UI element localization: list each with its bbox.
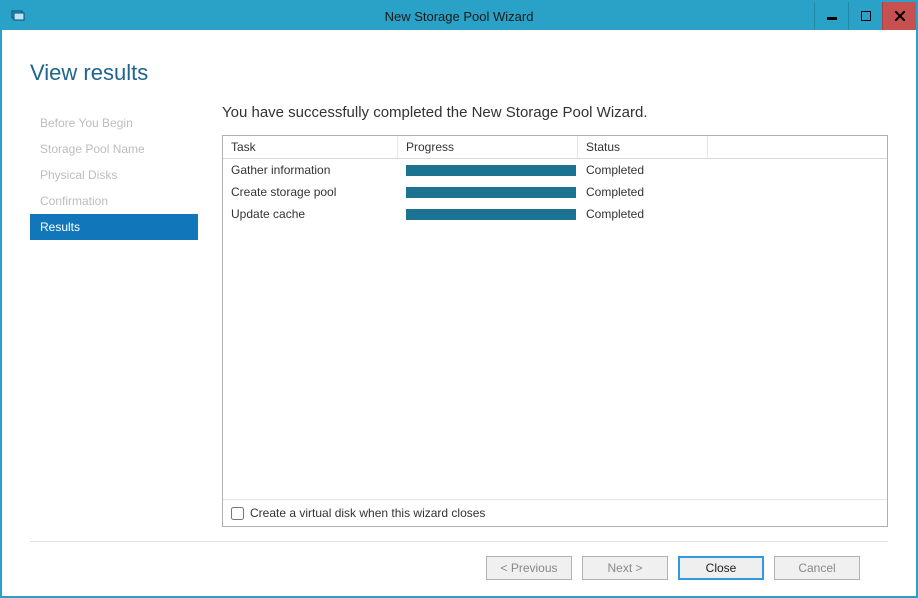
table-body: Gather information Completed Create stor…	[223, 159, 887, 225]
titlebar-spacer	[2, 30, 916, 46]
table-header: Task Progress Status	[223, 136, 887, 159]
results-table: Task Progress Status Gather information …	[222, 135, 888, 527]
wizard-steps-sidebar: Before You Begin Storage Pool Name Physi…	[30, 104, 198, 527]
progress-bar	[406, 187, 576, 198]
table-empty-space	[223, 225, 887, 499]
cell-task: Gather information	[223, 161, 398, 179]
column-header-spacer	[708, 136, 887, 158]
progress-bar	[406, 165, 576, 176]
completion-message: You have successfully completed the New …	[222, 104, 888, 121]
previous-button: < Previous	[486, 556, 572, 580]
column-header-status[interactable]: Status	[578, 136, 708, 158]
progress-bar	[406, 209, 576, 220]
sidebar-item-storage-pool-name: Storage Pool Name	[30, 136, 198, 162]
maximize-button[interactable]	[848, 2, 882, 30]
create-vdisk-checkbox[interactable]	[231, 507, 244, 520]
wizard-content: View results Before You Begin Storage Po…	[2, 46, 916, 596]
cell-status: Completed	[578, 161, 708, 179]
maximize-icon	[861, 11, 871, 21]
cell-status: Completed	[578, 183, 708, 201]
sidebar-item-results[interactable]: Results	[30, 214, 198, 240]
sidebar-item-confirmation: Confirmation	[30, 188, 198, 214]
window-title: New Storage Pool Wizard	[2, 9, 916, 24]
close-button[interactable]: Close	[678, 556, 764, 580]
titlebar: New Storage Pool Wizard	[2, 2, 916, 30]
minimize-button[interactable]	[814, 2, 848, 30]
wizard-main-panel: You have successfully completed the New …	[198, 104, 888, 527]
minimize-icon	[827, 11, 837, 21]
cancel-button: Cancel	[774, 556, 860, 580]
close-icon	[895, 11, 905, 21]
sidebar-item-before-you-begin: Before You Begin	[30, 110, 198, 136]
table-row: Create storage pool Completed	[223, 181, 887, 203]
wizard-body: Before You Begin Storage Pool Name Physi…	[2, 104, 916, 527]
table-row: Update cache Completed	[223, 203, 887, 225]
wizard-window: New Storage Pool Wizard View results Bef…	[0, 0, 918, 598]
window-controls	[814, 2, 916, 30]
wizard-footer: < Previous Next > Close Cancel	[30, 541, 888, 596]
close-window-button[interactable]	[882, 2, 916, 30]
cell-progress	[398, 185, 578, 200]
column-header-task[interactable]: Task	[223, 136, 398, 158]
page-heading: View results	[2, 46, 916, 104]
cell-progress	[398, 207, 578, 222]
app-icon	[10, 8, 26, 24]
create-vdisk-checkbox-row: Create a virtual disk when this wizard c…	[223, 499, 887, 526]
next-button: Next >	[582, 556, 668, 580]
cell-task: Create storage pool	[223, 183, 398, 201]
cell-progress	[398, 163, 578, 178]
create-vdisk-label[interactable]: Create a virtual disk when this wizard c…	[250, 506, 485, 520]
table-row: Gather information Completed	[223, 159, 887, 181]
column-header-progress[interactable]: Progress	[398, 136, 578, 158]
cell-status: Completed	[578, 205, 708, 223]
sidebar-item-physical-disks: Physical Disks	[30, 162, 198, 188]
cell-task: Update cache	[223, 205, 398, 223]
